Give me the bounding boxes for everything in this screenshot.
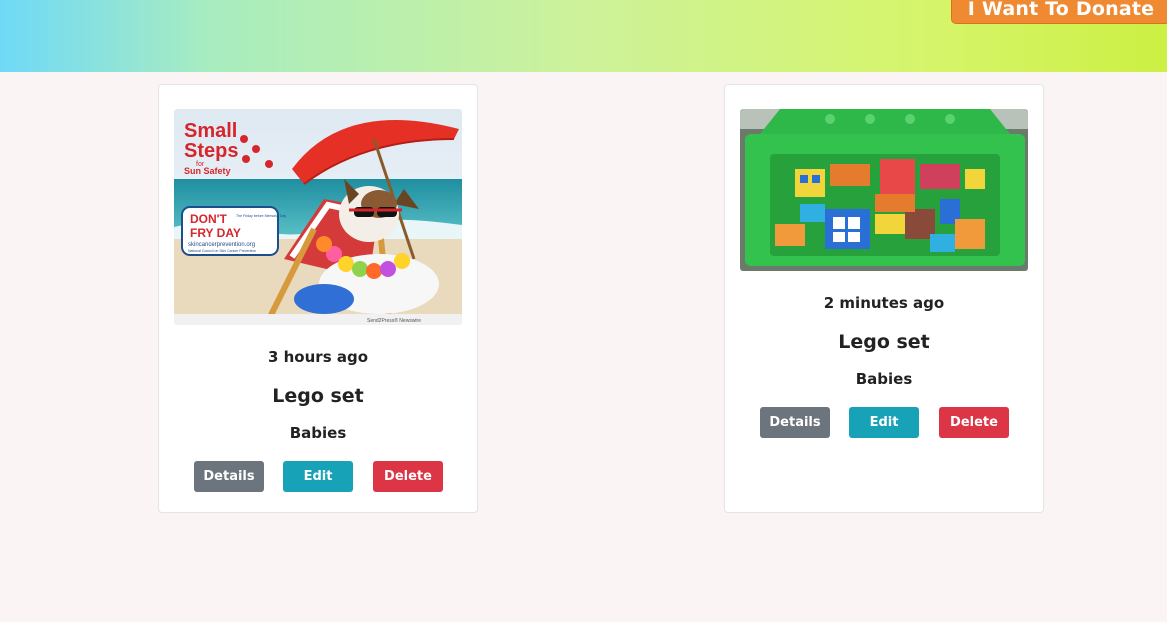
edit-button[interactable]: Edit bbox=[849, 407, 919, 438]
item-category: Babies bbox=[289, 424, 347, 442]
svg-text:Sun Safety: Sun Safety bbox=[184, 166, 231, 176]
details-button[interactable]: Details bbox=[760, 407, 830, 438]
delete-button[interactable]: Delete bbox=[939, 407, 1009, 438]
svg-text:Send2Press® Newswire: Send2Press® Newswire bbox=[367, 317, 421, 324]
svg-text:Small: Small bbox=[184, 120, 237, 142]
edit-button[interactable]: Edit bbox=[283, 461, 353, 492]
item-image[interactable] bbox=[740, 109, 1028, 271]
svg-text:Steps: Steps bbox=[184, 140, 238, 162]
donation-card: Small Steps for Sun Safety DON'T FRY DAY… bbox=[158, 84, 478, 513]
header-banner: I Want To Donate bbox=[0, 0, 1167, 72]
lego-box-photo bbox=[740, 109, 1028, 271]
delete-button[interactable]: Delete bbox=[373, 461, 443, 492]
donate-button[interactable]: I Want To Donate bbox=[951, 0, 1167, 24]
details-button[interactable]: Details bbox=[194, 461, 264, 492]
svg-text:DON'T: DON'T bbox=[190, 212, 228, 226]
posted-time: 2 minutes ago bbox=[823, 294, 945, 312]
svg-text:The Friday before Memorial Day: The Friday before Memorial Day bbox=[236, 214, 286, 218]
item-title: Lego set bbox=[272, 385, 364, 407]
posted-time: 3 hours ago bbox=[267, 348, 369, 366]
svg-text:National Council on Skin Cance: National Council on Skin Cancer Preventi… bbox=[188, 249, 256, 253]
sun-safety-dog-photo: Small Steps for Sun Safety DON'T FRY DAY… bbox=[174, 109, 462, 325]
item-title: Lego set bbox=[838, 331, 930, 353]
donation-card: 2 minutes ago Lego set Babies Details Ed… bbox=[724, 84, 1044, 513]
item-image[interactable]: Small Steps for Sun Safety DON'T FRY DAY… bbox=[174, 109, 462, 325]
item-category: Babies bbox=[855, 370, 913, 388]
svg-text:FRY DAY: FRY DAY bbox=[190, 226, 241, 240]
svg-text:skincancerprevention.org: skincancerprevention.org bbox=[188, 242, 255, 248]
